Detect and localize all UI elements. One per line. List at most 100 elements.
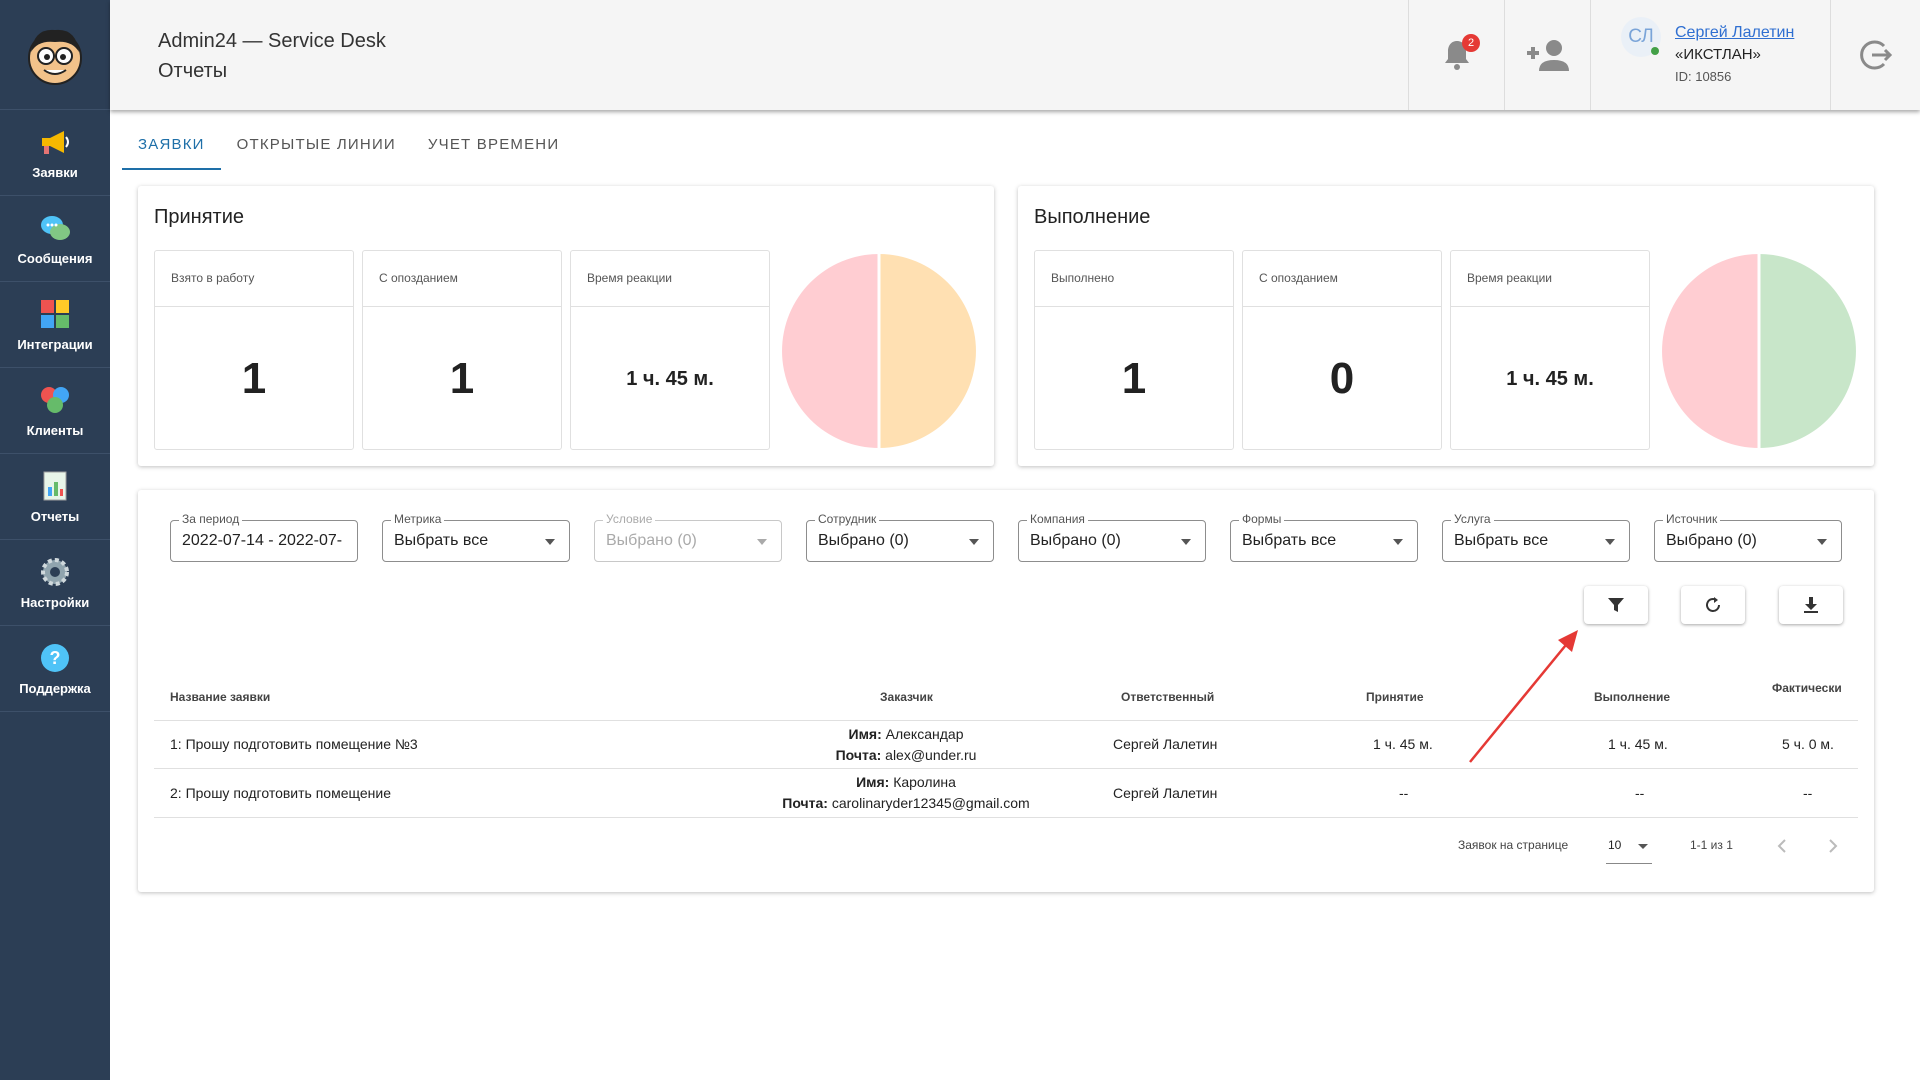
notification-badge: 2 <box>1462 34 1480 52</box>
field-value: Выбрано (0) <box>818 532 909 549</box>
app-title: Admin24 — Service Desk <box>158 30 386 52</box>
period-filter[interactable]: За период 2022-07-14 - 2022-07-1 <box>170 512 358 562</box>
tab-open-lines[interactable]: ОТКРЫТЫЕ ЛИНИИ <box>221 128 412 170</box>
execution-title: Выполнение <box>1034 206 1151 228</box>
user-name-link[interactable]: Сергей Лалетин <box>1675 22 1794 44</box>
column-header-actual: Фактически <box>1772 681 1842 695</box>
customer-info: Имя: Александар Почта: alex@under.ru <box>726 724 1086 766</box>
online-status-dot <box>1651 47 1659 55</box>
field-label: Условие <box>603 512 656 526</box>
kpi-label: Взято в работу <box>155 251 353 307</box>
tab-time-tracking[interactable]: УЧЕТ ВРЕМЕНИ <box>412 128 575 170</box>
gear-icon <box>41 558 69 586</box>
sidebar-item-clients[interactable]: Клиенты <box>0 368 110 454</box>
metric-select[interactable]: Метрика Выбрать все <box>382 512 570 562</box>
refresh-button[interactable] <box>1681 586 1745 624</box>
kpi-value: 1 ч. 45 м. <box>1506 367 1594 390</box>
clients-icon <box>41 387 69 413</box>
top-header: Admin24 — Service Desk Отчеты 2 СЛ Серге… <box>110 0 1920 110</box>
acceptance-time: 1 ч. 45 м. <box>1373 736 1433 752</box>
column-header-name: Название заявки <box>170 690 271 704</box>
forms-select[interactable]: Формы Выбрать все <box>1230 512 1418 562</box>
chevron-down-icon <box>757 539 767 545</box>
per-page-select[interactable]: 10 <box>1606 830 1652 864</box>
company-select[interactable]: Компания Выбрано (0) <box>1018 512 1206 562</box>
user-company: «ИКСТЛАН» <box>1675 46 1761 63</box>
kpi-value: 0 <box>1329 354 1355 403</box>
field-value: Выбрать все <box>1242 532 1337 549</box>
column-header-customer: Заказчик <box>880 690 933 704</box>
field-value: Выбрано (0) <box>1030 532 1121 549</box>
sidebar-item-messages[interactable]: Сообщения <box>0 196 110 282</box>
customer-name: Каролина <box>893 774 956 790</box>
kpi-value: 1 <box>1121 354 1147 403</box>
kpi-label: С опозданием <box>1243 251 1441 307</box>
logout-button[interactable] <box>1830 0 1920 110</box>
kpi-value: 1 <box>241 354 267 403</box>
row-divider <box>154 768 1858 769</box>
kpi-taken-in-work: Взято в работу 1 <box>154 250 354 450</box>
apply-filter-button[interactable] <box>1584 586 1648 624</box>
sidebar-item-reports[interactable]: Отчеты <box>0 454 110 540</box>
chevron-down-icon <box>1817 539 1827 545</box>
sidebar-item-label: Настройки <box>20 595 90 610</box>
field-label: Компания <box>1027 512 1088 526</box>
sidebar-item-settings[interactable]: Настройки <box>0 540 110 626</box>
chat-bubbles-icon <box>41 216 70 240</box>
chevron-down-icon <box>1638 844 1648 849</box>
help-icon: ? <box>41 644 69 672</box>
responsible: Сергей Лалетин <box>1113 736 1218 752</box>
tab-requests[interactable]: ЗАЯВКИ <box>122 128 221 170</box>
page-title: Отчеты <box>158 60 228 82</box>
mascot-face-icon <box>28 29 82 85</box>
sidebar-item-integrations[interactable]: Интеграции <box>0 282 110 368</box>
kpi-label: Выполнено <box>1035 251 1233 307</box>
service-select[interactable]: Услуга Выбрать все <box>1442 512 1630 562</box>
field-label: Сотрудник <box>815 512 880 526</box>
actual-time: 5 ч. 0 м. <box>1782 736 1834 752</box>
source-select[interactable]: Источник Выбрано (0) <box>1654 512 1842 562</box>
execution-time: -- <box>1635 785 1645 801</box>
chevron-down-icon <box>1181 539 1191 545</box>
user-profile: СЛ Сергей Лалетин «ИКСТЛАН» ID: 10856 <box>1590 0 1835 110</box>
name-prefix: Имя: <box>848 726 882 742</box>
notifications-button[interactable]: 2 <box>1408 0 1504 110</box>
chevron-right-icon[interactable] <box>1826 838 1840 854</box>
add-user-icon <box>1526 40 1569 71</box>
per-page-value: 10 <box>1608 838 1622 852</box>
chevron-left-icon[interactable] <box>1775 838 1789 854</box>
report-tabs: ЗАЯВКИ ОТКРЫТЫЕ ЛИНИИ УЧЕТ ВРЕМЕНИ <box>122 128 575 170</box>
condition-select: Условие Выбрано (0) <box>594 512 782 562</box>
chevron-down-icon <box>969 539 979 545</box>
sidebar-item-requests[interactable]: Заявки <box>0 110 110 196</box>
sidebar-item-label: Сообщения <box>17 251 93 266</box>
add-user-button[interactable] <box>1504 0 1590 110</box>
field-value: Выбрать все <box>394 532 489 549</box>
sidebar-item-label: Поддержка <box>19 681 91 696</box>
customer-email: carolinaryder12345@gmail.com <box>831 795 1030 811</box>
logout-icon <box>1859 40 1892 70</box>
acceptance-pie-chart <box>782 254 976 448</box>
column-header-responsible: Ответственный <box>1121 690 1215 704</box>
sidebar-item-support[interactable]: ? Поддержка <box>0 626 110 712</box>
request-name: 2: Прошу подготовить помещение <box>170 785 391 801</box>
field-label: Формы <box>1239 512 1285 526</box>
sidebar-item-label: Клиенты <box>26 423 84 438</box>
kpi-late: С опозданием 0 <box>1242 250 1442 450</box>
pie-slice-left <box>1662 254 1759 448</box>
responsible: Сергей Лалетин <box>1113 785 1218 801</box>
pie-slice-left <box>782 254 879 448</box>
download-button[interactable] <box>1779 586 1843 624</box>
pagination-range: 1-1 из 1 <box>1690 838 1733 852</box>
avatar[interactable]: СЛ <box>1621 17 1661 57</box>
user-id: ID: 10856 <box>1675 69 1732 84</box>
app-logo[interactable] <box>0 0 110 110</box>
sidebar-item-label: Интеграции <box>17 337 93 352</box>
kpi-label: Время реакции <box>1451 251 1649 307</box>
sidebar: Заявки Сообщения Интеграции Клиенты Отче… <box>0 0 110 1080</box>
field-label: Метрика <box>391 512 445 526</box>
email-prefix: Почта: <box>782 795 828 811</box>
employee-select[interactable]: Сотрудник Выбрано (0) <box>806 512 994 562</box>
kpi-value: 1 <box>449 354 475 403</box>
acceptance-time: -- <box>1399 785 1409 801</box>
